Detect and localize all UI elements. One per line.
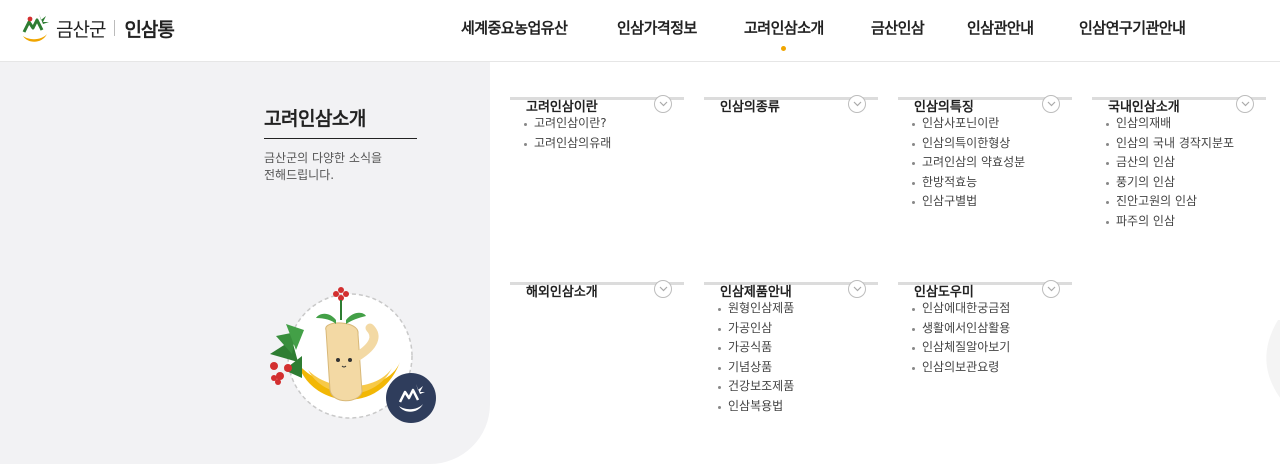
submenu-list: 인삼의재배 인삼의 국내 경작지분포 금산의 인삼 풍기의 인삼 진안고원의 인… [1092, 114, 1266, 231]
submenu-item[interactable]: 건강보조제품 [718, 377, 878, 397]
submenu-item[interactable]: 인삼체질알아보기 [912, 338, 1072, 358]
menu-column-3: 인삼의특징 인삼사포닌이란 인삼의특이한형상 고려인삼의 약효성분 한방적효능 … [898, 62, 1072, 212]
submenu-item[interactable]: 가공식품 [718, 338, 878, 358]
chevron-down-icon[interactable] [654, 280, 672, 298]
submenu-item[interactable]: 풍기의 인삼 [1106, 173, 1266, 193]
menu-column-header[interactable]: 인삼도우미 [898, 247, 1072, 300]
chevron-down-icon[interactable] [1042, 280, 1060, 298]
submenu-item[interactable]: 고려인삼이란? [524, 114, 684, 134]
menu-column-title: 인삼제품안내 [720, 285, 792, 300]
nav-item-geumsan-ginseng[interactable]: 금산인삼 [871, 17, 925, 38]
menu-column-header[interactable]: 해외인삼소개 [510, 247, 684, 300]
site-header: 금산군 인삼통 세계중요농업유산 인삼가격정보 고려인삼소개 금산인삼 인삼관안… [0, 0, 1280, 62]
nav-item-price-info[interactable]: 인삼가격정보 [617, 17, 697, 38]
page: 금산군 인삼통 세계중요농업유산 인삼가격정보 고려인삼소개 금산인삼 인삼관안… [0, 0, 1280, 464]
menu-column-header[interactable]: 인삼의특징 [898, 62, 1072, 115]
submenu-item[interactable]: 인삼의재배 [1106, 114, 1266, 134]
nav-item-korean-ginseng[interactable]: 고려인삼소개 [738, 17, 830, 51]
menu-column-title: 고려인삼이란 [526, 100, 598, 115]
submenu-intro-panel: 고려인삼소개 금산군의 다양한 소식을 전해드립니다. [0, 62, 490, 464]
menu-column-header[interactable]: 고려인삼이란 [510, 62, 684, 115]
chevron-down-icon[interactable] [1236, 95, 1254, 113]
submenu-item[interactable]: 고려인삼의 약효성분 [912, 153, 1072, 173]
decorative-swoosh [1266, 320, 1280, 398]
submenu-item[interactable]: 인삼에대한궁금점 [912, 299, 1072, 319]
menu-column-4: 국내인삼소개 인삼의재배 인삼의 국내 경작지분포 금산의 인삼 풍기의 인삼 … [1092, 62, 1266, 231]
logo-divider [114, 20, 116, 36]
nav-item-museum-guide[interactable]: 인삼관안내 [967, 17, 1034, 38]
site-logo[interactable]: 금산군 인삼통 [20, 8, 175, 48]
geumsan-logo-icon [22, 14, 49, 42]
menu-column-header[interactable]: 국내인삼소개 [1092, 62, 1266, 115]
panel-title-underline [264, 138, 417, 139]
chevron-down-icon[interactable] [848, 280, 866, 298]
menu-column-header[interactable]: 인삼제품안내 [704, 247, 878, 300]
ginseng-mascot-illustration [270, 287, 436, 423]
menu-column-header[interactable]: 인삼의종류 [704, 62, 878, 115]
submenu-item[interactable]: 기념상품 [718, 358, 878, 378]
submenu-item[interactable]: 가공인삼 [718, 319, 878, 339]
nav-item-world-heritage[interactable]: 세계중요농업유산 [461, 17, 568, 38]
menu-column-title: 해외인삼소개 [526, 285, 598, 300]
menu-column-title: 인삼의종류 [720, 100, 780, 115]
chevron-down-icon[interactable] [1042, 95, 1060, 113]
submenu-list: 고려인삼이란? 고려인삼의유래 [510, 114, 684, 153]
panel-description: 금산군의 다양한 소식을 전해드립니다. [264, 150, 424, 184]
submenu-list: 원형인삼제품 가공인삼 가공식품 기념상품 건강보조제품 인삼복용법 [704, 299, 878, 416]
submenu-item[interactable]: 인삼의보관요령 [912, 358, 1072, 378]
submenu-list: 인삼에대한궁금점 생활에서인삼활용 인삼체질알아보기 인삼의보관요령 [898, 299, 1072, 377]
active-indicator-dot [780, 46, 786, 51]
menu-column-5: 해외인삼소개 [510, 247, 684, 300]
submenu-item[interactable]: 파주의 인삼 [1106, 212, 1266, 232]
submenu-item[interactable]: 진안고원의 인삼 [1106, 192, 1266, 212]
menu-column-title: 국내인삼소개 [1108, 100, 1180, 115]
submenu-item[interactable]: 인삼사포닌이란 [912, 114, 1072, 134]
menu-column-1: 고려인삼이란 고려인삼이란? 고려인삼의유래 [510, 62, 684, 153]
submenu-list: 인삼사포닌이란 인삼의특이한형상 고려인삼의 약효성분 한방적효능 인삼구별법 [898, 114, 1072, 212]
chevron-down-icon[interactable] [654, 95, 672, 113]
menu-column-6: 인삼제품안내 원형인삼제품 가공인삼 가공식품 기념상품 건강보조제품 인삼복용… [704, 247, 878, 416]
nav-item-research-guide[interactable]: 인삼연구기관안내 [1079, 17, 1186, 38]
logo-county-text: 금산군 [56, 18, 106, 41]
panel-title: 고려인삼소개 [264, 108, 366, 130]
submenu-item[interactable]: 인삼복용법 [718, 397, 878, 417]
mega-menu: 고려인삼이란 고려인삼이란? 고려인삼의유래 인삼의종류 인삼의특징 인삼사포닌… [490, 62, 1280, 464]
submenu-item[interactable]: 금산의 인삼 [1106, 153, 1266, 173]
menu-column-title: 인삼도우미 [914, 285, 974, 300]
submenu-item[interactable]: 고려인삼의유래 [524, 134, 684, 154]
menu-column-2: 인삼의종류 [704, 62, 878, 115]
menu-column-7: 인삼도우미 인삼에대한궁금점 생활에서인삼활용 인삼체질알아보기 인삼의보관요령 [898, 247, 1072, 377]
submenu-item[interactable]: 인삼의특이한형상 [912, 134, 1072, 154]
submenu-item[interactable]: 한방적효능 [912, 173, 1072, 193]
submenu-item[interactable]: 원형인삼제품 [718, 299, 878, 319]
submenu-item[interactable]: 생활에서인삼활용 [912, 319, 1072, 339]
panel-description-line1: 금산군의 다양한 소식을 [264, 151, 383, 165]
menu-column-title: 인삼의특징 [914, 100, 974, 115]
panel-description-line2: 전해드립니다. [264, 168, 335, 182]
logo-brand-text: 인삼통 [124, 18, 174, 41]
chevron-down-icon[interactable] [848, 95, 866, 113]
nav-item-korean-ginseng-label: 고려인삼소개 [744, 19, 824, 37]
submenu-item[interactable]: 인삼의 국내 경작지분포 [1106, 134, 1266, 154]
submenu-item[interactable]: 인삼구별법 [912, 192, 1072, 212]
